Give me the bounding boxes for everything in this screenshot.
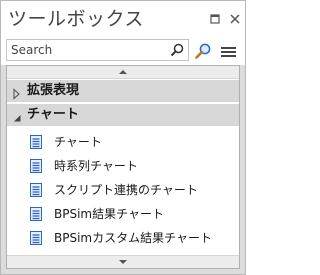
panel-title: ツールボックス	[8, 8, 144, 30]
toolbox-panel: ツールボックス Search 拡張表現 チャート チャート 時系列チャート スク…	[0, 0, 246, 275]
scroll-up-icon	[119, 70, 127, 74]
expand-arrow-icon	[12, 85, 22, 100]
toolbox-item-chart[interactable]: チャート	[7, 130, 239, 154]
toolbox-item-timeseries-chart[interactable]: 時系列チャート	[7, 154, 239, 178]
item-label: BPSim結果チャート	[54, 207, 164, 221]
group-label: チャート	[27, 107, 79, 122]
chart-doc-icon	[29, 206, 43, 222]
item-label: 時系列チャート	[54, 159, 138, 173]
item-label: BPSimカスタム結果チャート	[54, 231, 212, 245]
search-input[interactable]	[7, 40, 167, 60]
scroll-down-icon	[119, 260, 127, 264]
scroll-up-button[interactable]	[7, 66, 239, 79]
toolbox-item-bpsim-custom-chart[interactable]: BPSimカスタム結果チャート	[7, 226, 239, 250]
scroll-down-button[interactable]	[7, 255, 239, 268]
search-icon[interactable]	[169, 42, 185, 58]
panel-header: ツールボックス	[1, 1, 245, 37]
collapse-arrow-icon	[12, 109, 22, 122]
close-icon[interactable]	[227, 11, 243, 27]
float-window-icon[interactable]	[207, 11, 223, 27]
search-row	[1, 37, 245, 65]
toolbox-list: 拡張表現 チャート チャート 時系列チャート スクリプト連携のチャート BPSi…	[6, 65, 240, 269]
chart-doc-icon	[29, 230, 43, 246]
chart-doc-icon	[29, 134, 43, 150]
group-header-chart[interactable]: チャート	[7, 104, 239, 126]
search-box	[6, 39, 189, 61]
toolbox-item-bpsim-result-chart[interactable]: BPSim結果チャート	[7, 202, 239, 226]
chart-doc-icon	[29, 158, 43, 174]
find-icon[interactable]	[194, 42, 212, 60]
toolbox-item-script-chart[interactable]: スクリプト連携のチャート	[7, 178, 239, 202]
item-label: スクリプト連携のチャート	[54, 183, 198, 197]
chart-doc-icon	[29, 182, 43, 198]
hamburger-menu-icon[interactable]	[220, 44, 238, 58]
group-label: 拡張表現	[27, 83, 80, 98]
item-label: チャート	[54, 135, 102, 149]
group-header-extended[interactable]: 拡張表現	[7, 80, 239, 102]
